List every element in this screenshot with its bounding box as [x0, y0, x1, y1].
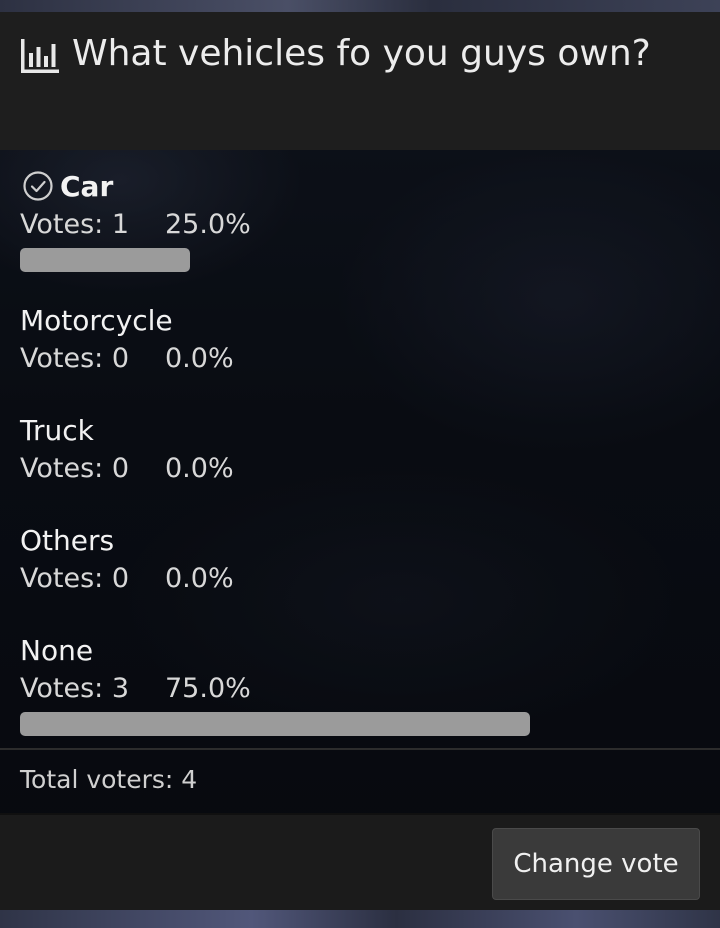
option-percent: 25.0%	[165, 208, 251, 240]
check-circle-icon	[23, 171, 53, 201]
poll-widget: What vehicles fo you guys own? Car Votes…	[0, 12, 720, 912]
background-strip-bottom	[0, 910, 720, 928]
option-votes: Votes: 0	[20, 562, 130, 594]
option-label: None	[20, 633, 94, 667]
option-percent: 0.0%	[165, 342, 234, 374]
option-result-bar-fill	[20, 712, 530, 736]
option-votes: Votes: 0	[20, 342, 130, 374]
change-vote-button[interactable]: Change vote	[492, 828, 700, 900]
option-result-bar	[20, 248, 700, 272]
poll-option-others: Others Votes: 0 0.0%	[20, 522, 700, 598]
option-result-bar	[20, 712, 700, 736]
option-votes: Votes: 3	[20, 672, 130, 704]
option-label: Motorcycle	[20, 303, 173, 337]
poll-option-truck: Truck Votes: 0 0.0%	[20, 412, 700, 488]
background-strip-top	[0, 0, 720, 12]
option-label: Truck	[20, 413, 94, 447]
option-votes: Votes: 1	[20, 208, 130, 240]
option-label: Car	[60, 169, 114, 203]
poll-header: What vehicles fo you guys own?	[0, 12, 720, 150]
option-percent: 75.0%	[165, 672, 251, 704]
option-percent: 0.0%	[165, 562, 234, 594]
poll-option-none: None Votes: 3 75.0%	[20, 632, 700, 736]
option-label: Others	[20, 523, 115, 557]
option-result-bar-fill	[20, 248, 190, 272]
divider	[0, 748, 720, 750]
poll-title: What vehicles fo you guys own?	[72, 33, 651, 74]
total-voters: Total voters: 4	[20, 765, 198, 794]
poll-option-motorcycle: Motorcycle Votes: 0 0.0%	[20, 302, 700, 378]
option-percent: 0.0%	[165, 452, 234, 484]
poll-option-car: Car Votes: 1 25.0%	[20, 168, 700, 272]
option-votes: Votes: 0	[20, 452, 130, 484]
poll-footer: Change vote	[0, 813, 720, 912]
